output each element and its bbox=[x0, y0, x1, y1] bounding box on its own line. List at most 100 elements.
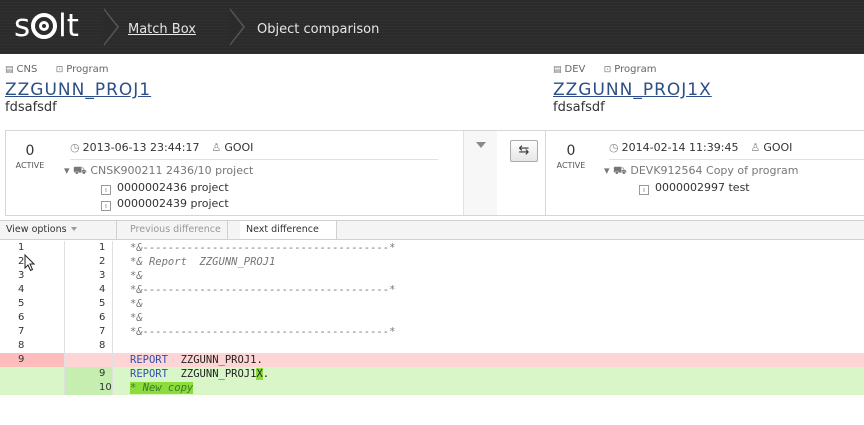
code-line: *& bbox=[130, 312, 143, 324]
left-line-number: 1 bbox=[0, 241, 65, 255]
right-line-number: 1 bbox=[65, 241, 113, 255]
diff-row: 1 1 *&----------------------------------… bbox=[0, 241, 864, 255]
code-line: *& bbox=[130, 298, 143, 310]
right-transport-label: DEVK912564 Copy of program bbox=[630, 164, 799, 177]
right-object-name[interactable]: ZZGUNN_PROJ1X bbox=[553, 80, 712, 100]
right-object-description: fdsafsdf bbox=[553, 100, 605, 115]
breadcrumb-separator-icon bbox=[229, 8, 245, 46]
left-object-name[interactable]: ZZGUNN_PROJ1 bbox=[5, 80, 151, 100]
left-transport[interactable]: ▾ ⛟ CNSK900211 2436/10 project bbox=[64, 164, 253, 179]
diff-row: 8 8 bbox=[0, 339, 864, 353]
right-version-panel: 0 ACTIVE ◷ 2014-02-14 11:39:45 ♙ GOOI ▾ ⛟ D… bbox=[545, 130, 864, 216]
right-version-datetime: 2014-02-14 11:39:45 bbox=[621, 141, 739, 154]
logo-ring-icon bbox=[31, 13, 58, 39]
left-object-header: ▤ CNS ⊡ Program ZZGUNN_PROJ1 fdsafsdf bbox=[5, 64, 151, 115]
top-bar: s lt Match Box Object comparison bbox=[0, 0, 864, 54]
left-version-state: ACTIVE bbox=[15, 161, 45, 170]
divider bbox=[70, 159, 438, 160]
left-version-datetime: 2013-06-13 23:44:17 bbox=[82, 141, 200, 154]
diff-row: 7 7 *&----------------------------------… bbox=[0, 325, 864, 339]
divider bbox=[609, 159, 864, 160]
database-icon: ▤ bbox=[553, 65, 562, 75]
task-icon: ı bbox=[101, 185, 111, 195]
diff-row-inserted: 10 * New copy bbox=[0, 381, 864, 395]
left-line-number: 4 bbox=[0, 283, 65, 297]
code-line: * New copy bbox=[130, 382, 194, 394]
salt-logo[interactable]: s lt bbox=[14, 8, 79, 44]
left-line-number: 7 bbox=[0, 325, 65, 339]
chevron-down-icon bbox=[70, 227, 77, 231]
clock-icon: ◷ bbox=[609, 141, 619, 154]
left-version-info: ◷ 2013-06-13 23:44:17 ♙ GOOI bbox=[70, 141, 253, 154]
diff-row-inserted: 9 REPORT ZZGUNN_PROJ1X. bbox=[0, 367, 864, 381]
code-line: *&--------------------------------------… bbox=[130, 326, 396, 338]
code-diff: 1 1 *&----------------------------------… bbox=[0, 241, 864, 425]
left-object-type: Program bbox=[66, 64, 109, 75]
swap-sides-button[interactable]: ⇆ bbox=[510, 140, 538, 162]
right-line-number: 6 bbox=[65, 311, 113, 325]
right-line-number bbox=[65, 353, 113, 367]
right-version-number: 0 bbox=[566, 143, 576, 159]
right-object-meta: ▤ DEV ⊡ Program bbox=[553, 64, 712, 78]
left-line-number: 8 bbox=[0, 339, 65, 353]
diff-row-deleted: 9 REPORT ZZGUNN_PROJ1. bbox=[0, 353, 864, 367]
clock-icon: ◷ bbox=[70, 141, 80, 154]
right-version-info: ◷ 2014-02-14 11:39:45 ♙ GOOI bbox=[609, 141, 792, 154]
left-task-item: ı 0000002439 project bbox=[101, 197, 229, 211]
left-line-number bbox=[0, 381, 65, 395]
code-line: *&--------------------------------------… bbox=[130, 284, 396, 296]
left-version-user: GOOI bbox=[224, 141, 254, 154]
right-line-number: 3 bbox=[65, 269, 113, 283]
program-icon: ⊡ bbox=[55, 65, 64, 75]
right-object-type: Program bbox=[614, 64, 657, 75]
breadcrumb-match-box[interactable]: Match Box bbox=[128, 22, 196, 37]
next-difference-button[interactable]: Next difference bbox=[240, 221, 337, 239]
expand-icon: ▾ bbox=[604, 164, 610, 177]
diff-row: 6 6 *& bbox=[0, 311, 864, 325]
right-task-item: ı 0000002997 test bbox=[639, 181, 750, 195]
user-icon: ♙ bbox=[211, 141, 222, 154]
transport-icon: ⛟ bbox=[73, 164, 87, 177]
left-system: CNS bbox=[16, 64, 38, 75]
view-options-dropdown[interactable]: View options bbox=[0, 221, 117, 239]
right-system: DEV bbox=[564, 64, 586, 75]
left-task-item: ı 0000002436 project bbox=[101, 181, 229, 195]
breadcrumb-current: Object comparison bbox=[257, 22, 380, 37]
right-version-state: ACTIVE bbox=[556, 161, 586, 170]
task-icon: ı bbox=[639, 185, 649, 195]
right-object-header: ▤ DEV ⊡ Program ZZGUNN_PROJ1X fdsafsdf bbox=[553, 64, 712, 115]
diff-row: 3 3 *& bbox=[0, 269, 864, 283]
left-line-number bbox=[0, 367, 65, 381]
left-object-description: fdsafsdf bbox=[5, 100, 57, 115]
user-icon: ♙ bbox=[750, 141, 761, 154]
right-line-number: 8 bbox=[65, 339, 113, 353]
diff-row: 2 2 *& Report ZZGUNN_PROJ1 bbox=[0, 255, 864, 269]
left-line-number: 5 bbox=[0, 297, 65, 311]
swap-icon: ⇆ bbox=[518, 143, 530, 158]
code-line: REPORT ZZGUNN_PROJ1X. bbox=[130, 368, 270, 380]
program-icon: ⊡ bbox=[603, 65, 612, 75]
right-line-number: 9 bbox=[65, 367, 113, 381]
code-line: *& Report ZZGUNN_PROJ1 bbox=[130, 256, 276, 268]
right-line-number: 4 bbox=[65, 283, 113, 297]
left-line-number: 6 bbox=[0, 311, 65, 325]
mouse-cursor-icon bbox=[24, 254, 36, 272]
right-transport[interactable]: ▾ ⛟ DEVK912564 Copy of program bbox=[604, 164, 798, 179]
diff-row: 4 4 *&----------------------------------… bbox=[0, 283, 864, 297]
version-dropdown-button[interactable] bbox=[463, 131, 497, 215]
previous-difference-button[interactable]: Previous difference bbox=[124, 221, 228, 239]
left-line-number: 9 bbox=[0, 353, 65, 367]
expand-icon: ▾ bbox=[64, 164, 70, 177]
database-icon: ▤ bbox=[5, 65, 14, 75]
right-line-number: 5 bbox=[65, 297, 113, 311]
left-transport-label: CNSK900211 2436/10 project bbox=[90, 164, 254, 177]
breadcrumb-separator-icon bbox=[103, 8, 119, 46]
code-line: *& bbox=[130, 270, 143, 282]
diff-row: 5 5 *& bbox=[0, 297, 864, 311]
left-object-meta: ▤ CNS ⊡ Program bbox=[5, 64, 151, 78]
left-version-panel: 0 ACTIVE ◷ 2013-06-13 23:44:17 ♙ GOOI ▾ ⛟ C… bbox=[5, 130, 497, 216]
diff-toolbar: View options Previous difference Next di… bbox=[0, 220, 864, 240]
right-line-number: 2 bbox=[65, 255, 113, 269]
right-version-user: GOOI bbox=[763, 141, 793, 154]
left-version-number: 0 bbox=[25, 143, 35, 159]
